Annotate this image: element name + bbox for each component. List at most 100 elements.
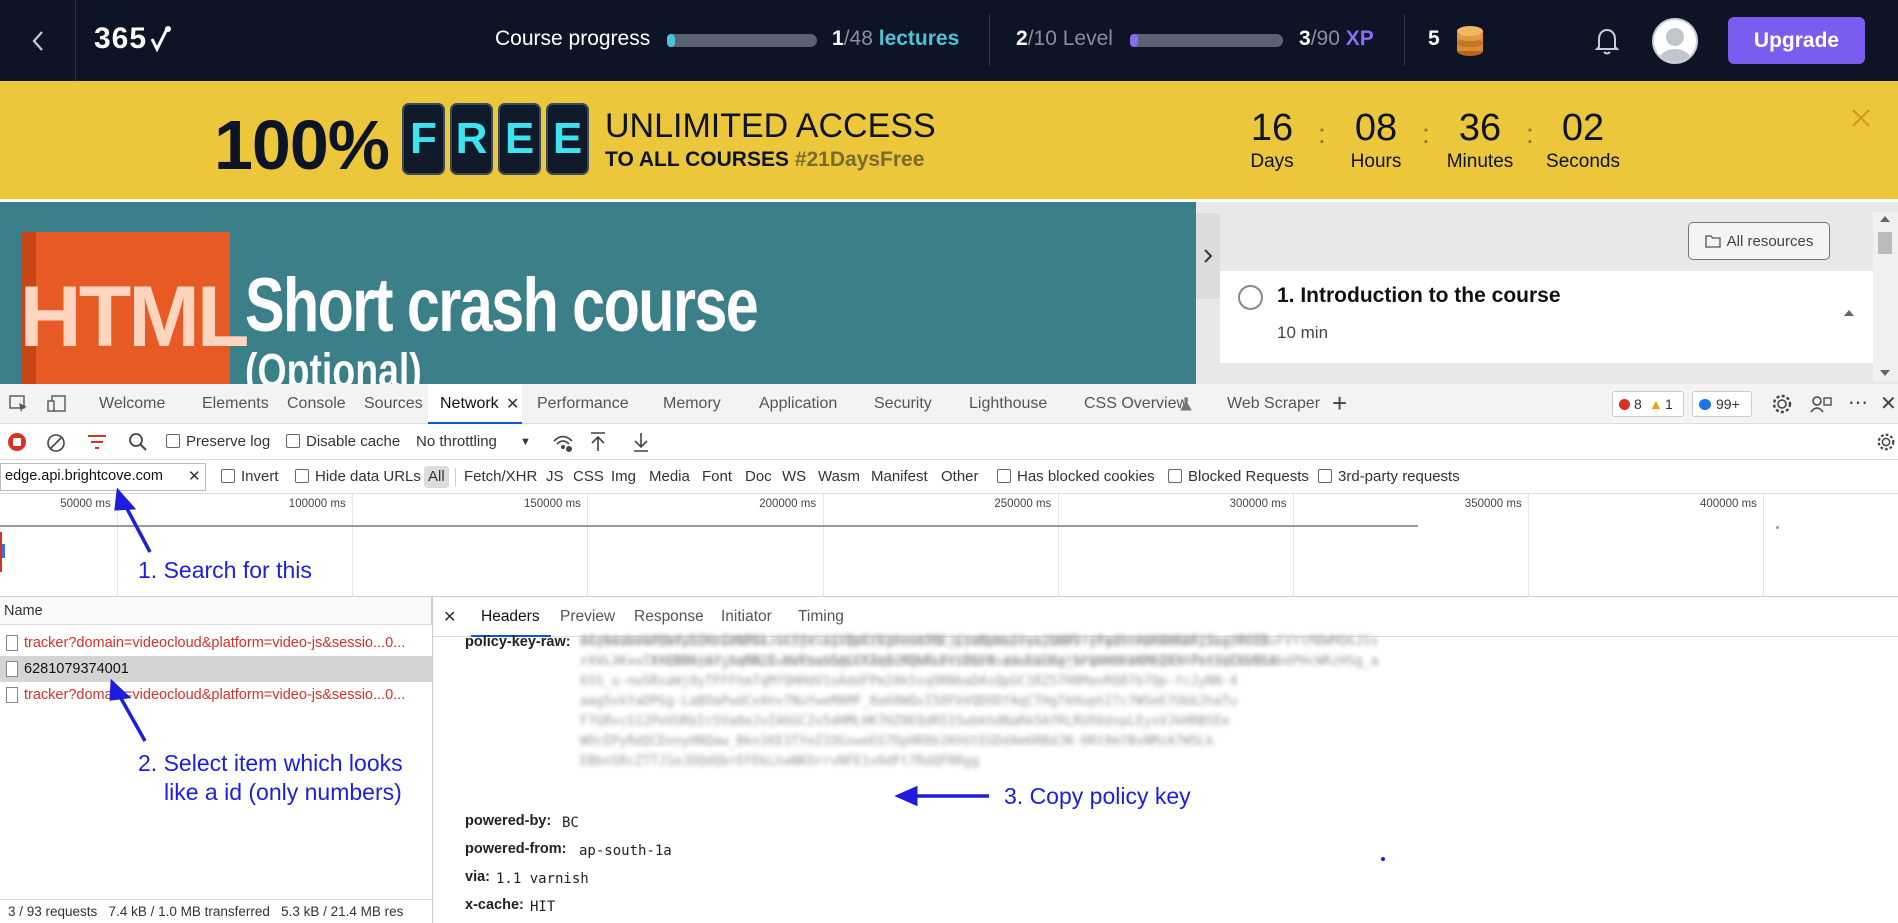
settings-gear-icon[interactable]: [1771, 393, 1793, 415]
promo-hashtag: #21DaysFree: [794, 148, 925, 171]
checkbox-box[interactable]: [286, 434, 300, 448]
name-column-header[interactable]: Name: [4, 603, 43, 619]
tab-memory[interactable]: Memory: [663, 384, 721, 424]
checkbox-box[interactable]: [295, 469, 309, 483]
checkbox-box[interactable]: [166, 434, 180, 448]
inspect-icon[interactable]: [9, 395, 29, 413]
tab-preview[interactable]: Preview: [560, 597, 615, 637]
hide-data-urls-checkbox[interactable]: Hide data URLs: [295, 460, 421, 494]
error-warning-badge[interactable]: 8 ▲ 1: [1612, 391, 1684, 417]
logo[interactable]: 365: [94, 22, 172, 56]
free-letter: E: [546, 103, 589, 175]
device-toolbar-icon[interactable]: [47, 395, 67, 413]
divider: [1404, 14, 1405, 66]
tab-css-overview[interactable]: CSS Overview: [1084, 384, 1188, 424]
tab-console[interactable]: Console: [287, 384, 346, 424]
tab-timing[interactable]: Timing: [798, 597, 844, 637]
type-filter-all[interactable]: All: [424, 466, 449, 488]
type-filter-css[interactable]: CSS: [573, 460, 604, 494]
export-har-icon[interactable]: [632, 431, 650, 453]
scroll-up-arrow[interactable]: [1880, 216, 1890, 222]
clear-filter-icon[interactable]: ✕: [188, 467, 201, 485]
header-value: HIT: [530, 899, 556, 915]
type-filter-other[interactable]: Other: [941, 460, 979, 494]
tab-application[interactable]: Application: [759, 384, 837, 424]
type-filter-doc[interactable]: Doc: [745, 460, 772, 494]
collapse-panel-button[interactable]: [1196, 213, 1220, 299]
tab-headers[interactable]: Headers: [471, 597, 551, 637]
panel-scrollbar[interactable]: [1873, 212, 1898, 382]
close-devtools-icon[interactable]: ✕: [1880, 391, 1897, 416]
type-filter-fetch-xhr[interactable]: Fetch/XHR: [464, 460, 537, 494]
course-video[interactable]: HTML Short crash course (Optional): [0, 202, 1220, 384]
scroll-down-arrow[interactable]: [1880, 370, 1890, 376]
all-resources-button[interactable]: All resources: [1688, 222, 1830, 260]
bell-icon[interactable]: [1594, 26, 1620, 56]
free-letter: R: [450, 103, 493, 175]
type-filter-wasm[interactable]: Wasm: [818, 460, 860, 494]
invert-label: Invert: [241, 468, 279, 485]
import-har-icon[interactable]: [589, 431, 607, 453]
filter-input[interactable]: edge.api.brightcove.com ✕: [0, 463, 206, 491]
countdown-seconds-label: Seconds: [1546, 151, 1620, 172]
more-options-icon[interactable]: ⋯: [1848, 390, 1868, 415]
tab-sources[interactable]: Sources: [364, 384, 423, 424]
type-filter-media[interactable]: Media: [649, 460, 690, 494]
collapse-lesson-icon[interactable]: [1843, 309, 1855, 317]
tab-security[interactable]: Security: [874, 384, 932, 424]
throttling-select[interactable]: No throttling ▼: [408, 428, 536, 456]
error-count: 8: [1634, 396, 1642, 412]
tab-welcome[interactable]: Welcome: [99, 384, 165, 424]
timeline-gridline: [117, 494, 118, 597]
preserve-log-checkbox[interactable]: Preserve log: [166, 433, 270, 450]
tab-performance[interactable]: Performance: [537, 384, 629, 424]
messages-badge[interactable]: 99+: [1692, 391, 1752, 417]
customize-icon[interactable]: [1810, 393, 1832, 415]
network-conditions-icon[interactable]: [552, 433, 574, 453]
type-filter-font[interactable]: Font: [702, 460, 732, 494]
request-row[interactable]: tracker?domain=videocloud&platform=video…: [0, 630, 432, 656]
avatar[interactable]: [1652, 18, 1698, 64]
checkbox-box[interactable]: [1318, 469, 1332, 483]
record-button[interactable]: [8, 433, 26, 451]
scrollbar-thumb[interactable]: [1878, 232, 1892, 254]
timeline-gridline: [822, 494, 824, 597]
checkbox-box[interactable]: [997, 469, 1011, 483]
type-filter-manifest[interactable]: Manifest: [871, 460, 928, 494]
panel-divider[interactable]: [432, 597, 433, 923]
checkbox-box[interactable]: [1168, 469, 1182, 483]
request-row-selected[interactable]: 6281079374001: [0, 656, 432, 682]
tab-response[interactable]: Response: [634, 597, 704, 637]
tab-initiator[interactable]: Initiator: [721, 597, 772, 637]
close-tab-icon[interactable]: ✕: [506, 394, 519, 414]
filter-icon[interactable]: [87, 434, 107, 450]
lesson-complete-checkbox[interactable]: [1238, 285, 1263, 310]
network-settings-gear-icon[interactable]: [1876, 432, 1896, 452]
timeline-tick-label: 300000 ms: [1229, 498, 1287, 510]
tab-network[interactable]: Network ✕: [428, 384, 522, 424]
tab-lighthouse[interactable]: Lighthouse: [969, 384, 1047, 424]
type-filter-img[interactable]: Img: [611, 460, 636, 494]
type-filter-ws[interactable]: WS: [782, 460, 806, 494]
checkbox-box[interactable]: [221, 469, 235, 483]
add-tab-icon[interactable]: +: [1332, 388, 1347, 419]
type-filter-js[interactable]: JS: [546, 460, 564, 494]
close-detail-icon[interactable]: ✕: [443, 607, 456, 627]
tab-web-scraper[interactable]: Web Scraper: [1227, 384, 1320, 424]
upgrade-button[interactable]: Upgrade: [1728, 17, 1865, 64]
clear-icon[interactable]: [46, 433, 66, 453]
level-progress-fill: [1130, 34, 1138, 47]
has-blocked-cookies-checkbox[interactable]: Has blocked cookies: [997, 460, 1155, 494]
request-name: tracker?domain=videocloud&platform=video…: [24, 687, 406, 703]
close-icon[interactable]: [1850, 107, 1872, 129]
request-row[interactable]: tracker?domain=videocloud&platform=video…: [0, 682, 432, 708]
disable-cache-checkbox[interactable]: Disable cache: [286, 433, 400, 450]
back-button[interactable]: [0, 0, 76, 81]
invert-checkbox[interactable]: Invert: [221, 460, 279, 494]
third-party-requests-checkbox[interactable]: 3rd-party requests: [1318, 460, 1460, 494]
blocked-requests-checkbox[interactable]: Blocked Requests: [1168, 460, 1309, 494]
lesson-item[interactable]: 1. Introduction to the course 10 min: [1220, 271, 1876, 363]
annotation-step-2-line-2: like a id (only numbers): [164, 779, 402, 805]
search-icon[interactable]: [128, 432, 148, 452]
tab-elements[interactable]: Elements: [202, 384, 269, 424]
